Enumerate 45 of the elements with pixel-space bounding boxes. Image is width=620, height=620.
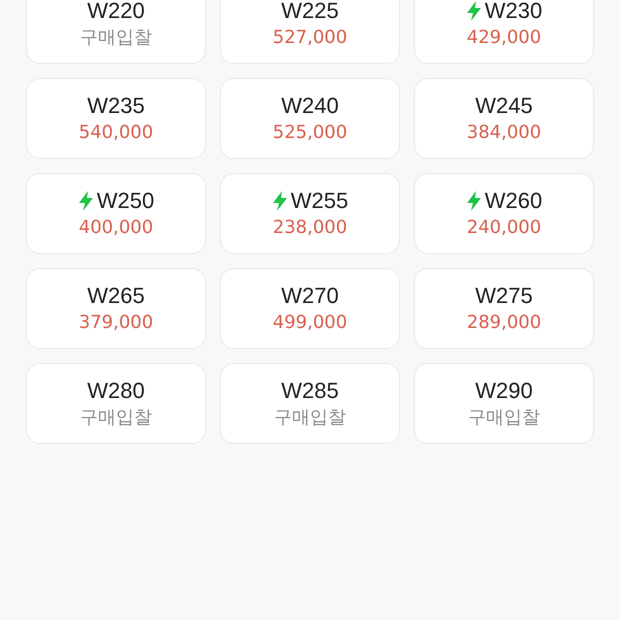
size-option[interactable]: W245 384,000 (414, 78, 594, 159)
bid-label: 구매입찰 (80, 26, 152, 50)
size-label: W225 (281, 0, 339, 24)
size-label: W230 (484, 0, 542, 24)
price-label: 400,000 (78, 216, 154, 240)
size-option[interactable]: W290 구매입찰 (414, 363, 594, 444)
size-option[interactable]: W270 499,000 (220, 268, 400, 349)
price-label: 429,000 (466, 26, 542, 50)
size-label: W290 (475, 376, 533, 404)
size-option[interactable]: W260 240,000 (414, 173, 594, 254)
price-label: 525,000 (272, 120, 348, 144)
size-option[interactable]: W240 525,000 (220, 78, 400, 159)
bid-label: 구매입찰 (274, 406, 346, 430)
price-label: 240,000 (466, 216, 542, 240)
size-option[interactable]: W220 구매입찰 (26, 0, 206, 64)
size-option[interactable]: W275 289,000 (414, 268, 594, 349)
size-option[interactable]: W265 379,000 (26, 268, 206, 349)
size-label: W275 (475, 282, 533, 310)
price-label: 540,000 (78, 120, 154, 144)
size-label: W260 (484, 186, 542, 214)
price-label: 289,000 (466, 310, 542, 334)
size-label: W270 (281, 282, 339, 310)
price-label: 238,000 (272, 216, 348, 240)
size-option[interactable]: W235 540,000 (26, 78, 206, 159)
size-option[interactable]: W250 400,000 (26, 173, 206, 254)
size-option[interactable]: W285 구매입찰 (220, 363, 400, 444)
size-option[interactable]: W225 527,000 (220, 0, 400, 64)
size-label: W280 (87, 376, 145, 404)
size-option[interactable]: W280 구매입찰 (26, 363, 206, 444)
price-label: 379,000 (78, 310, 154, 334)
size-label: W265 (87, 282, 145, 310)
size-label: W285 (281, 376, 339, 404)
price-label: 499,000 (272, 310, 348, 334)
size-label: W255 (290, 186, 348, 214)
bid-label: 구매입찰 (468, 406, 540, 430)
size-label: W235 (87, 92, 145, 120)
bid-label: 구매입찰 (80, 406, 152, 430)
size-label: W245 (475, 92, 533, 120)
price-label: 384,000 (466, 120, 542, 144)
size-label: W240 (281, 92, 339, 120)
size-option[interactable]: W255 238,000 (220, 173, 400, 254)
size-label: W250 (96, 186, 154, 214)
size-option[interactable]: W230 429,000 (414, 0, 594, 64)
size-label: W220 (87, 0, 145, 24)
price-label: 527,000 (272, 26, 348, 50)
